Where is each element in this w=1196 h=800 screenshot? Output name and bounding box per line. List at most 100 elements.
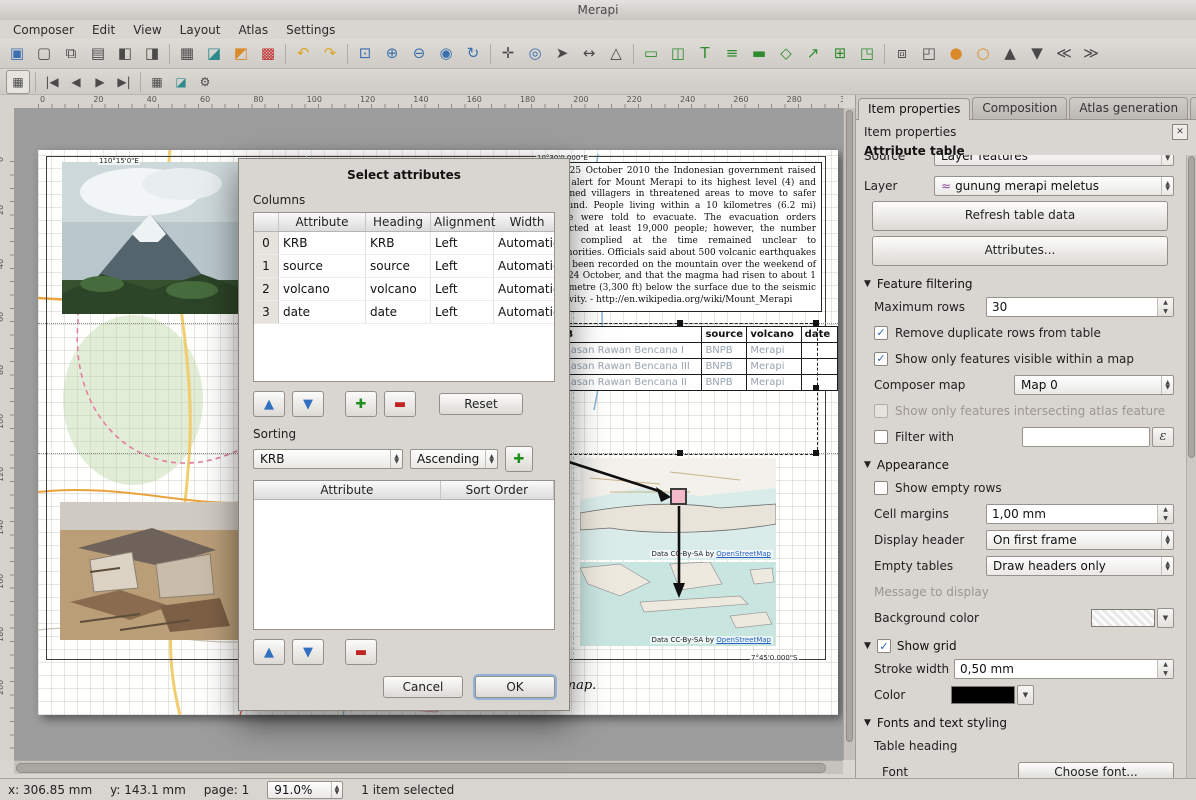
columns-table[interactable]: AttributeHeadingAlignmentWidth 0KRBKRBLe…	[253, 212, 555, 382]
grid-color-swatch[interactable]	[951, 686, 1015, 704]
show-visible-checkbox[interactable]: ✓	[874, 352, 888, 366]
lower-items-button[interactable]: ▼	[1024, 41, 1050, 67]
columns-col-heading[interactable]: Heading	[366, 213, 431, 232]
raise-items-button[interactable]: ▲	[997, 41, 1023, 67]
zoom-full-button[interactable]: ⊡	[352, 41, 378, 67]
sorting-col-sort-order[interactable]: Sort Order	[440, 481, 553, 500]
unlock-items-button[interactable]: ○	[970, 41, 996, 67]
remove-duplicate-checkbox[interactable]: ✓	[874, 326, 888, 340]
reset-button[interactable]: Reset	[439, 393, 523, 415]
expression-builder-button[interactable]: ε	[1152, 427, 1174, 447]
add-label-button[interactable]: T	[692, 41, 718, 67]
choose-font-button[interactable]: Choose font...	[1018, 762, 1174, 779]
add-image-button[interactable]: ◫	[665, 41, 691, 67]
pan-button[interactable]: ✛	[495, 41, 521, 67]
composition-manager-button[interactable]: ▤	[85, 41, 111, 67]
atlas-preview-button[interactable]: ▦	[6, 70, 30, 94]
show-empty-rows-checkbox[interactable]	[874, 481, 888, 495]
add-shape-button[interactable]: ◇	[773, 41, 799, 67]
new-composition-button[interactable]: ▢	[31, 41, 57, 67]
column-move-up-button[interactable]: ▲	[253, 391, 285, 417]
composer-map-combo[interactable]: Map 0 ▲▼	[1014, 375, 1174, 395]
spin-arrows-icon[interactable]: ▲▼	[1157, 505, 1173, 523]
sort-remove-button[interactable]: ▬	[345, 639, 377, 665]
save-as-template-button[interactable]: ◨	[139, 41, 165, 67]
zoom-out-button[interactable]: ⊖	[406, 41, 432, 67]
ok-button[interactable]: OK	[475, 676, 555, 698]
atlas-settings-button[interactable]: ⚙	[194, 71, 216, 93]
columns-row[interactable]: 2volcanovolcanoLeftAutomatic	[254, 278, 555, 301]
menu-composer[interactable]: Composer	[4, 21, 83, 39]
select-move-item-button[interactable]: ➤	[549, 41, 575, 67]
highlight-box-item[interactable]	[670, 488, 687, 505]
export-pdf-button[interactable]: ▩	[255, 41, 281, 67]
refresh-table-data-button[interactable]: Refresh table data	[872, 201, 1168, 231]
zoom-combo[interactable]: 91.0% ▲▼	[267, 781, 343, 799]
tab-item-properties[interactable]: Item properties	[858, 98, 970, 120]
attributes-button[interactable]: Attributes...	[872, 236, 1168, 266]
atlas-last-button[interactable]: ▶|	[113, 71, 135, 93]
column-add-button[interactable]: ✚	[345, 391, 377, 417]
ungroup-items-button[interactable]: ◰	[916, 41, 942, 67]
atlas-next-button[interactable]: ▶	[89, 71, 111, 93]
move-item-content-button[interactable]: ↔	[576, 41, 602, 67]
add-attribute-table-button[interactable]: ⊞	[827, 41, 853, 67]
columns-row[interactable]: 1sourcesourceLeftAutomatic	[254, 255, 555, 278]
spin-arrows-icon[interactable]: ▲▼	[1157, 660, 1173, 678]
osm-inset-map-2[interactable]: Data CC-By-SA by OpenStreetMap	[580, 562, 776, 646]
empty-tables-combo[interactable]: Draw headers only ▲▼	[986, 556, 1174, 576]
column-move-down-button[interactable]: ▼	[292, 391, 324, 417]
cancel-button[interactable]: Cancel	[383, 676, 463, 698]
add-legend-button[interactable]: ≡	[719, 41, 745, 67]
duplicate-composition-button[interactable]: ⧉	[58, 41, 84, 67]
zoom-actual-button[interactable]: ◉	[433, 41, 459, 67]
menu-layout[interactable]: Layout	[171, 21, 230, 39]
export-image-button[interactable]: ◪	[201, 41, 227, 67]
columns-col-width[interactable]: Width	[494, 213, 556, 232]
panel-scroll-thumb[interactable]	[1188, 156, 1195, 458]
menu-atlas[interactable]: Atlas	[229, 21, 277, 39]
add-scalebar-button[interactable]: ▬	[746, 41, 772, 67]
sort-move-down-button[interactable]: ▼	[292, 639, 324, 665]
osm-inset-map-1[interactable]: Data CC-By-SA by OpenStreetMap	[580, 458, 776, 560]
article-text-item[interactable]: On 25 October 2010 the Indonesian govern…	[546, 162, 822, 312]
cell-margins-input[interactable]	[987, 505, 1157, 523]
print-button[interactable]: ▦	[174, 41, 200, 67]
sort-move-up-button[interactable]: ▲	[253, 639, 285, 665]
columns-col-alignment[interactable]: Alignment	[431, 213, 494, 232]
osm-link[interactable]: OpenStreetMap	[716, 636, 771, 644]
menu-edit[interactable]: Edit	[83, 21, 124, 39]
add-arrow-button[interactable]: ↗	[800, 41, 826, 67]
grid-color-dropdown[interactable]: ▼	[1017, 685, 1034, 705]
sort-order-combo[interactable]: Ascending ▲▼	[410, 449, 498, 469]
load-from-template-button[interactable]: ◧	[112, 41, 138, 67]
sorting-col-attribute[interactable]: Attribute	[254, 481, 440, 500]
stroke-width-input[interactable]	[955, 660, 1157, 678]
menu-view[interactable]: View	[124, 21, 170, 39]
atlas-prev-button[interactable]: ◀	[65, 71, 87, 93]
attribute-table-item[interactable]: KRBsourcevolcanodateKawasan Rawan Bencan…	[546, 326, 838, 391]
undo-button[interactable]: ↶	[290, 41, 316, 67]
column-remove-button[interactable]: ▬	[384, 391, 416, 417]
edit-nodes-button[interactable]: △	[603, 41, 629, 67]
sort-add-button[interactable]: ✚	[505, 446, 533, 472]
show-intersecting-checkbox[interactable]	[874, 404, 888, 418]
export-svg-button[interactable]: ◩	[228, 41, 254, 67]
filter-expression-input[interactable]	[1023, 428, 1149, 446]
tab-composition[interactable]: Composition	[972, 97, 1067, 119]
zoom-in-button[interactable]: ⊕	[379, 41, 405, 67]
atlas-print-button[interactable]: ▦	[146, 71, 168, 93]
house-photo-item[interactable]	[60, 502, 238, 640]
filter-expression-field[interactable]	[1022, 427, 1150, 447]
volcano-photo-item[interactable]	[62, 162, 240, 314]
spin-arrows-icon[interactable]: ▲▼	[1157, 298, 1173, 316]
lock-items-button[interactable]: ●	[943, 41, 969, 67]
background-color-dropdown[interactable]: ▼	[1157, 608, 1174, 628]
columns-col-attribute[interactable]: Attribute	[279, 213, 366, 232]
atlas-first-button[interactable]: |◀	[41, 71, 63, 93]
osm-link[interactable]: OpenStreetMap	[716, 550, 771, 558]
show-grid-header[interactable]: ▼ ✓ Show grid	[864, 639, 1174, 653]
tab-atlas-generation[interactable]: Atlas generation	[1069, 97, 1188, 119]
fonts-header[interactable]: ▼ Fonts and text styling	[864, 716, 1174, 730]
columns-row[interactable]: 0KRBKRBLeftAutomatic	[254, 232, 555, 255]
